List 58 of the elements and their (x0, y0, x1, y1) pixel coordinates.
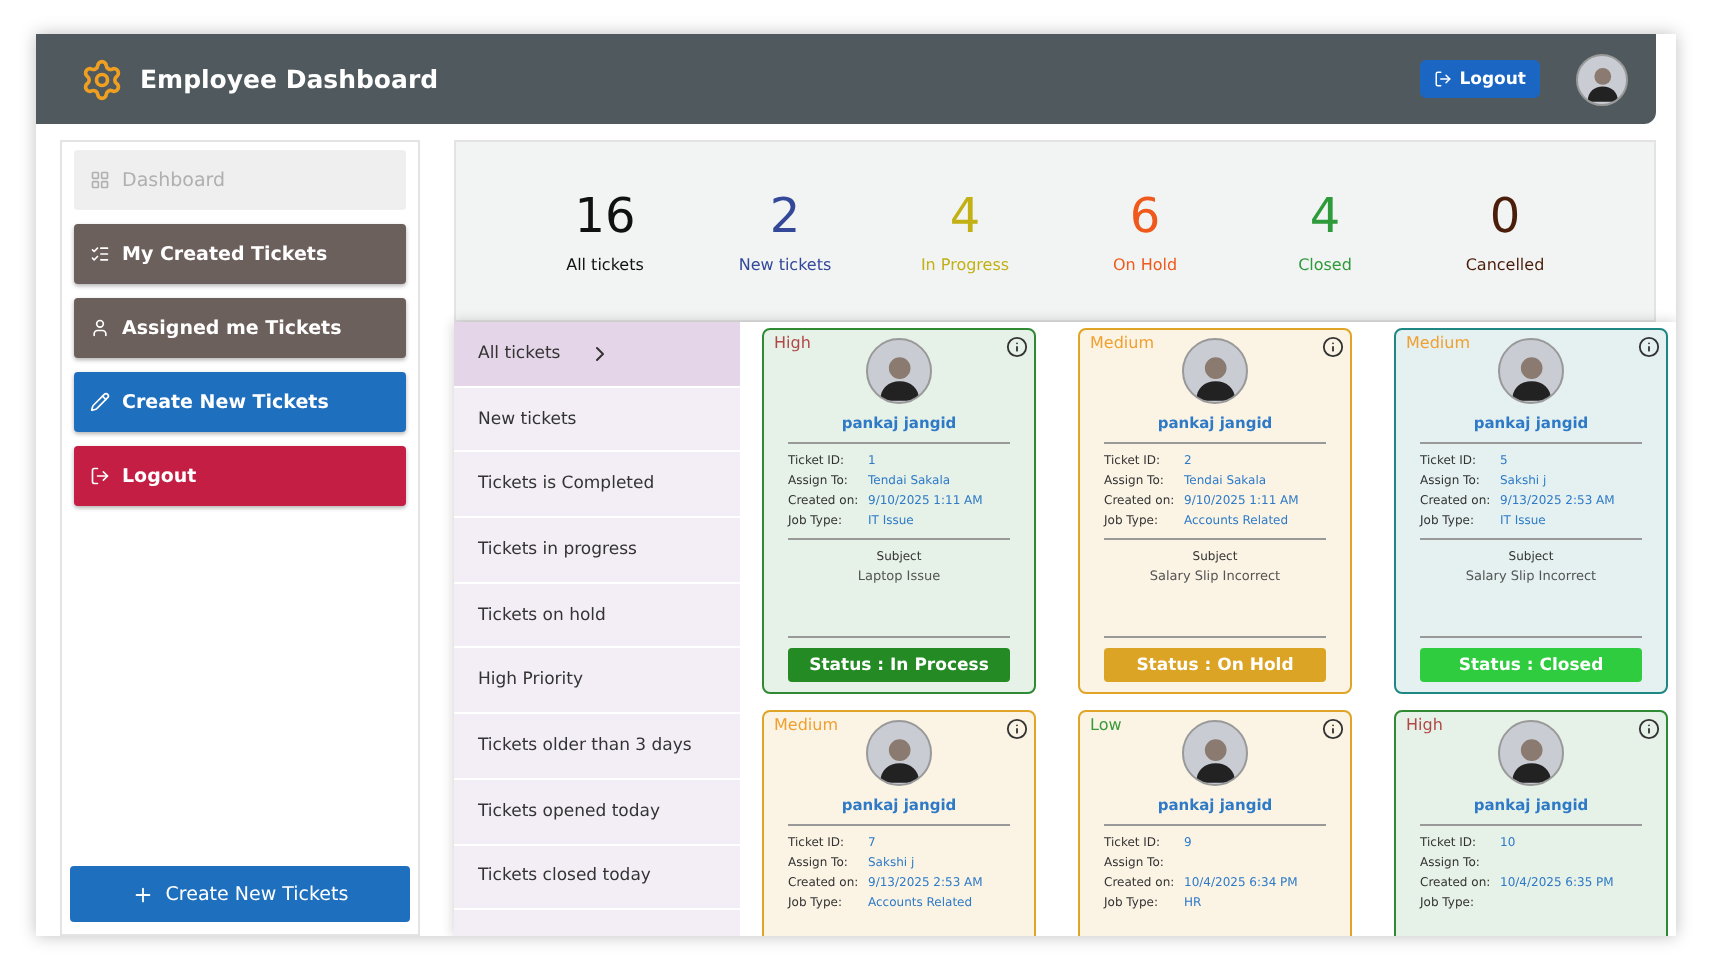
status-badge: Status : In Process (788, 648, 1010, 682)
stat-label: All tickets (566, 256, 644, 274)
create-icon (90, 392, 110, 412)
plus-icon (131, 883, 154, 905)
info-icon[interactable] (1638, 336, 1660, 358)
avatar-icon (1182, 720, 1248, 786)
stat-count: 4 (1309, 188, 1341, 244)
avatar-icon (1182, 338, 1248, 404)
filter-item[interactable]: Tickets opened today (454, 779, 740, 845)
logout-icon (90, 466, 110, 486)
avatar-icon (1498, 338, 1564, 404)
stat-label: Cancelled (1465, 256, 1545, 274)
avatar-icon (866, 720, 932, 786)
user-icon (90, 318, 110, 338)
filter-item[interactable]: All tickets (454, 322, 740, 388)
filter-item[interactable]: Tickets is Completed (454, 452, 740, 519)
list-icon (90, 244, 110, 264)
info-icon[interactable] (1322, 336, 1344, 358)
logout-button[interactable]: Logout (1419, 60, 1540, 98)
info-icon[interactable] (1638, 718, 1660, 740)
stat-count: 0 (1489, 188, 1521, 244)
filter-item[interactable]: High Priority (454, 648, 740, 715)
priority-label: Medium (1090, 334, 1154, 352)
priority-label: High (774, 334, 811, 352)
priority-label: Medium (1406, 334, 1470, 352)
stat-count: 6 (1129, 188, 1161, 244)
stat-label: New tickets (738, 256, 832, 274)
sidebar-item[interactable]: Assigned me Tickets (74, 298, 406, 358)
sidebar-item[interactable]: My Created Tickets (74, 224, 406, 284)
sidebar-item[interactable]: Create New Tickets (74, 372, 406, 432)
filter-item[interactable]: Tickets on hold (454, 583, 740, 649)
logout-icon (1433, 70, 1452, 88)
priority-label: Low (1090, 716, 1122, 734)
info-icon[interactable] (1006, 336, 1028, 358)
avatar-icon (866, 338, 932, 404)
app-title: Employee Dashboard (140, 64, 441, 94)
info-icon[interactable] (1322, 718, 1344, 740)
avatar-icon (1498, 720, 1564, 786)
stat-label: Closed (1298, 256, 1352, 274)
sidebar-item[interactable]: Logout (74, 446, 406, 506)
stat-label: On Hold (1112, 256, 1178, 274)
priority-label: High (1406, 716, 1443, 734)
stat-count: 2 (769, 188, 801, 244)
filter-item[interactable]: Tickets closed today (454, 845, 740, 911)
avatar-icon (1576, 53, 1628, 105)
filter-item[interactable]: Tickets in progress (454, 518, 740, 584)
gear-icon (80, 57, 124, 101)
stat-count: 4 (949, 188, 981, 244)
info-icon[interactable] (1006, 718, 1028, 740)
filter-item[interactable]: New tickets (454, 387, 740, 453)
stat-count: 16 (574, 188, 636, 244)
filter-item[interactable]: Tickets older than 3 days (454, 714, 740, 780)
create-ticket-button[interactable]: Create New Tickets (70, 866, 410, 922)
status-badge: Status : Closed (1420, 648, 1642, 682)
priority-label: Medium (774, 716, 838, 734)
status-badge: Status : On Hold (1104, 648, 1326, 682)
dashboard-icon (90, 170, 110, 190)
stat-label: In Progress (920, 256, 1010, 274)
